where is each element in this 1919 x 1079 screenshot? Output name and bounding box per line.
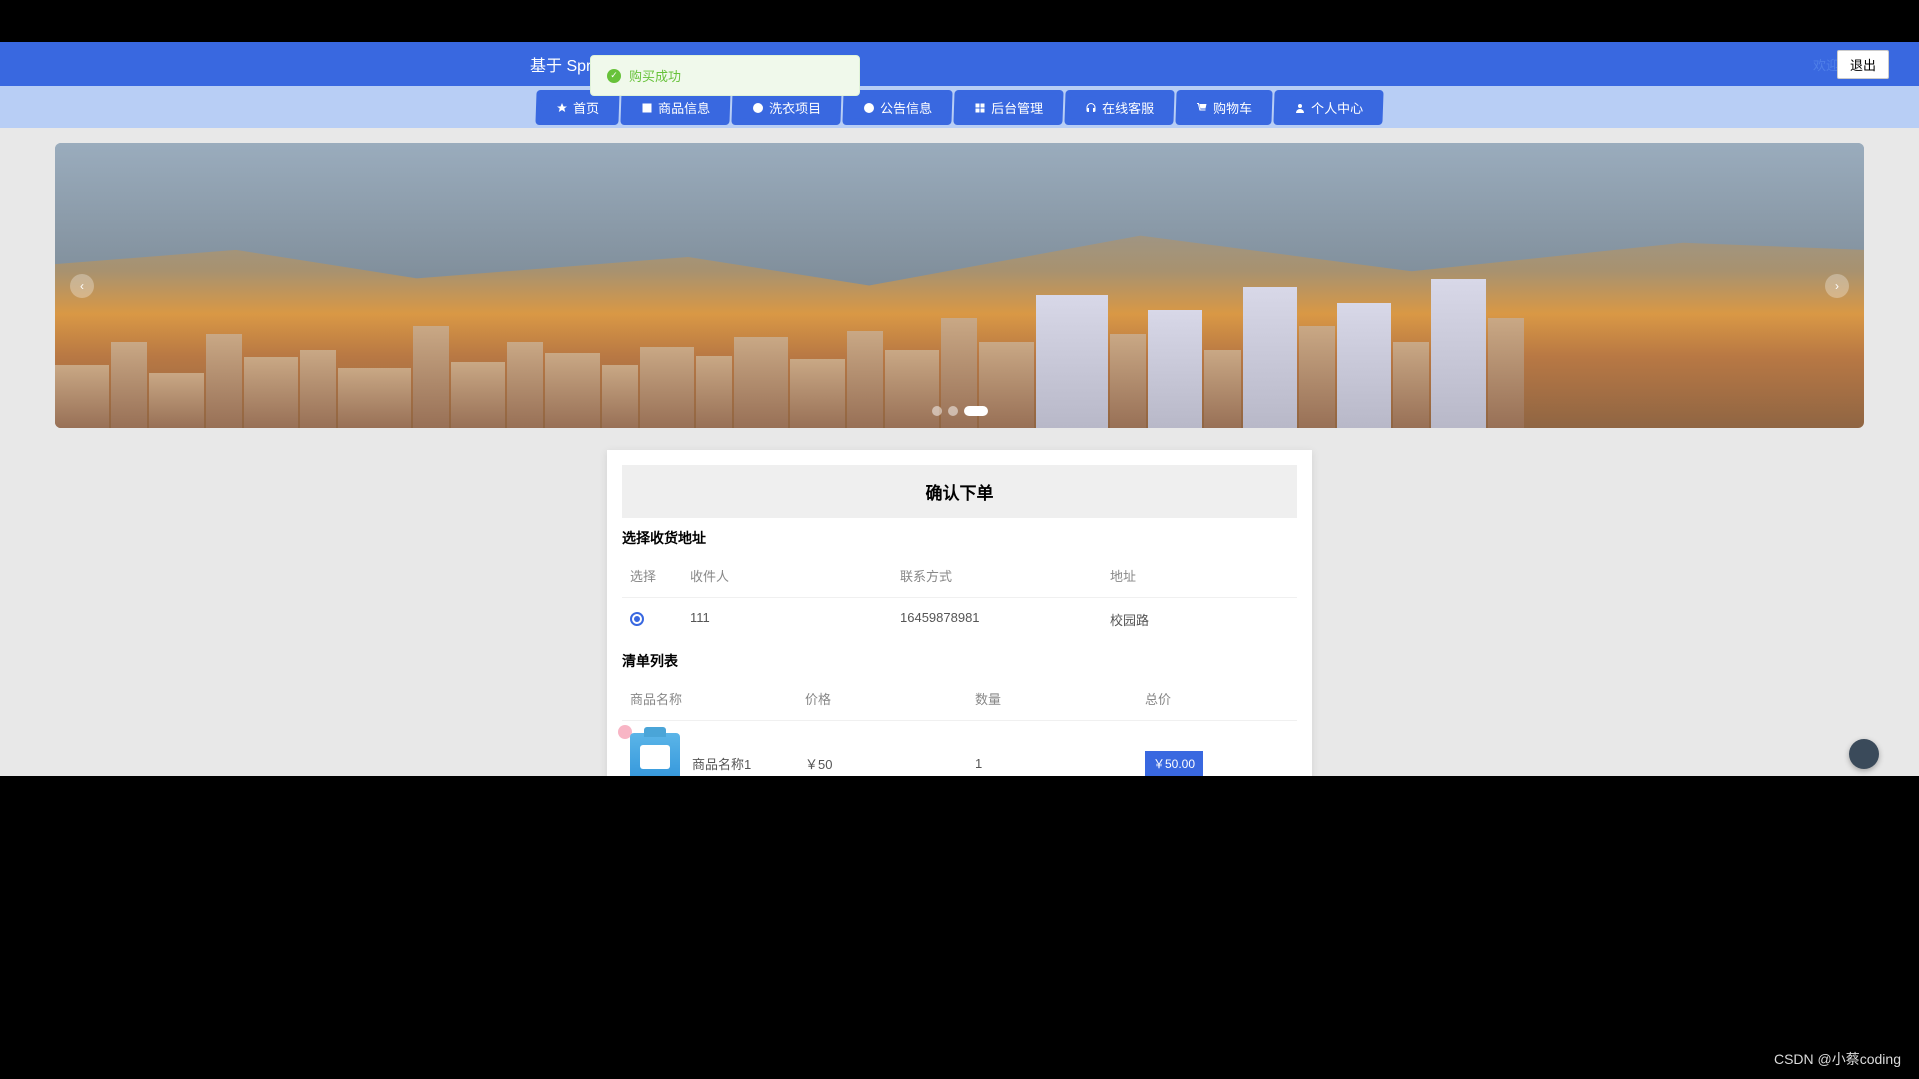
carousel-indicators (932, 406, 988, 416)
nav-profile[interactable]: 个人中心 (1273, 90, 1383, 125)
item-price: ￥50 (805, 754, 975, 773)
star-icon (556, 101, 568, 113)
col-address: 地址 (1110, 566, 1289, 585)
hero-carousel: ‹ › (55, 143, 1864, 428)
toast-message: 购买成功 (629, 66, 681, 85)
nav-label: 洗衣项目 (769, 98, 822, 117)
address-section-label: 选择收货地址 (622, 518, 1297, 554)
carousel-dot[interactable] (932, 406, 942, 416)
col-total: 总价 (1145, 689, 1289, 708)
address-header-row: 选择 收件人 联系方式 地址 (622, 554, 1297, 598)
success-toast: ✓ 购买成功 (590, 55, 860, 96)
question-icon (863, 101, 875, 113)
user-greeting: 欢迎 (1813, 55, 1839, 74)
item-name: 商品名称1 (692, 754, 751, 773)
letterbox-top (0, 0, 1919, 42)
nav-cart[interactable]: 购物车 (1175, 90, 1272, 125)
nav-admin[interactable]: 后台管理 (953, 90, 1063, 125)
address-radio[interactable] (630, 612, 644, 626)
col-name: 商品名称 (630, 689, 805, 708)
col-price: 价格 (805, 689, 975, 708)
cart-icon (1196, 101, 1208, 113)
nav-label: 在线客服 (1102, 98, 1155, 117)
site-title: 基于 Spri (530, 52, 595, 76)
header-bar: 基于 Spri 欢迎 退出 (0, 42, 1919, 86)
carousel-city (55, 271, 1864, 428)
nav-label: 首页 (573, 98, 600, 117)
carousel-image (55, 143, 1864, 286)
nav-support[interactable]: 在线客服 (1064, 90, 1174, 125)
carousel-next[interactable]: › (1825, 274, 1849, 298)
col-qty: 数量 (975, 689, 1145, 708)
headset-icon (1085, 101, 1097, 113)
float-action-button[interactable] (1849, 739, 1879, 769)
user-icon (1294, 101, 1306, 113)
nav-label: 个人中心 (1311, 98, 1364, 117)
main-nav: 首页 商品信息 洗衣项目 公告信息 后台管理 在线客服 购物车 个人中心 (0, 86, 1919, 128)
contact-value: 16459878981 (900, 610, 1110, 629)
item-qty: 1 (975, 756, 1145, 771)
nav-label: 后台管理 (991, 98, 1044, 117)
box-icon (641, 101, 653, 113)
col-contact: 联系方式 (900, 566, 1110, 585)
carousel-dot[interactable] (948, 406, 958, 416)
grid-icon (974, 101, 986, 113)
col-recipient: 收件人 (690, 566, 900, 585)
order-title: 确认下单 (622, 465, 1297, 518)
address-value: 校园路 (1110, 610, 1289, 629)
nav-notice[interactable]: 公告信息 (842, 90, 952, 125)
list-section-label: 清单列表 (622, 641, 1297, 677)
logout-button[interactable]: 退出 (1837, 50, 1889, 79)
check-icon: ✓ (607, 69, 621, 83)
carousel-prev[interactable]: ‹ (70, 274, 94, 298)
letterbox-bottom (0, 776, 1919, 1079)
info-icon (752, 101, 764, 113)
recipient-value: 111 (690, 610, 900, 629)
nav-label: 购物车 (1213, 98, 1253, 117)
item-total: ￥50.00 (1145, 751, 1203, 776)
col-select: 选择 (630, 566, 690, 585)
watermark: CSDN @小蔡coding (1774, 1049, 1901, 1069)
item-header-row: 商品名称 价格 数量 总价 (622, 677, 1297, 721)
nav-label: 商品信息 (658, 98, 711, 117)
carousel-dot-active[interactable] (964, 406, 988, 416)
address-row: 111 16459878981 校园路 (622, 598, 1297, 641)
nav-label: 公告信息 (880, 98, 933, 117)
address-table: 选择 收件人 联系方式 地址 111 16459878981 校园路 (622, 554, 1297, 641)
